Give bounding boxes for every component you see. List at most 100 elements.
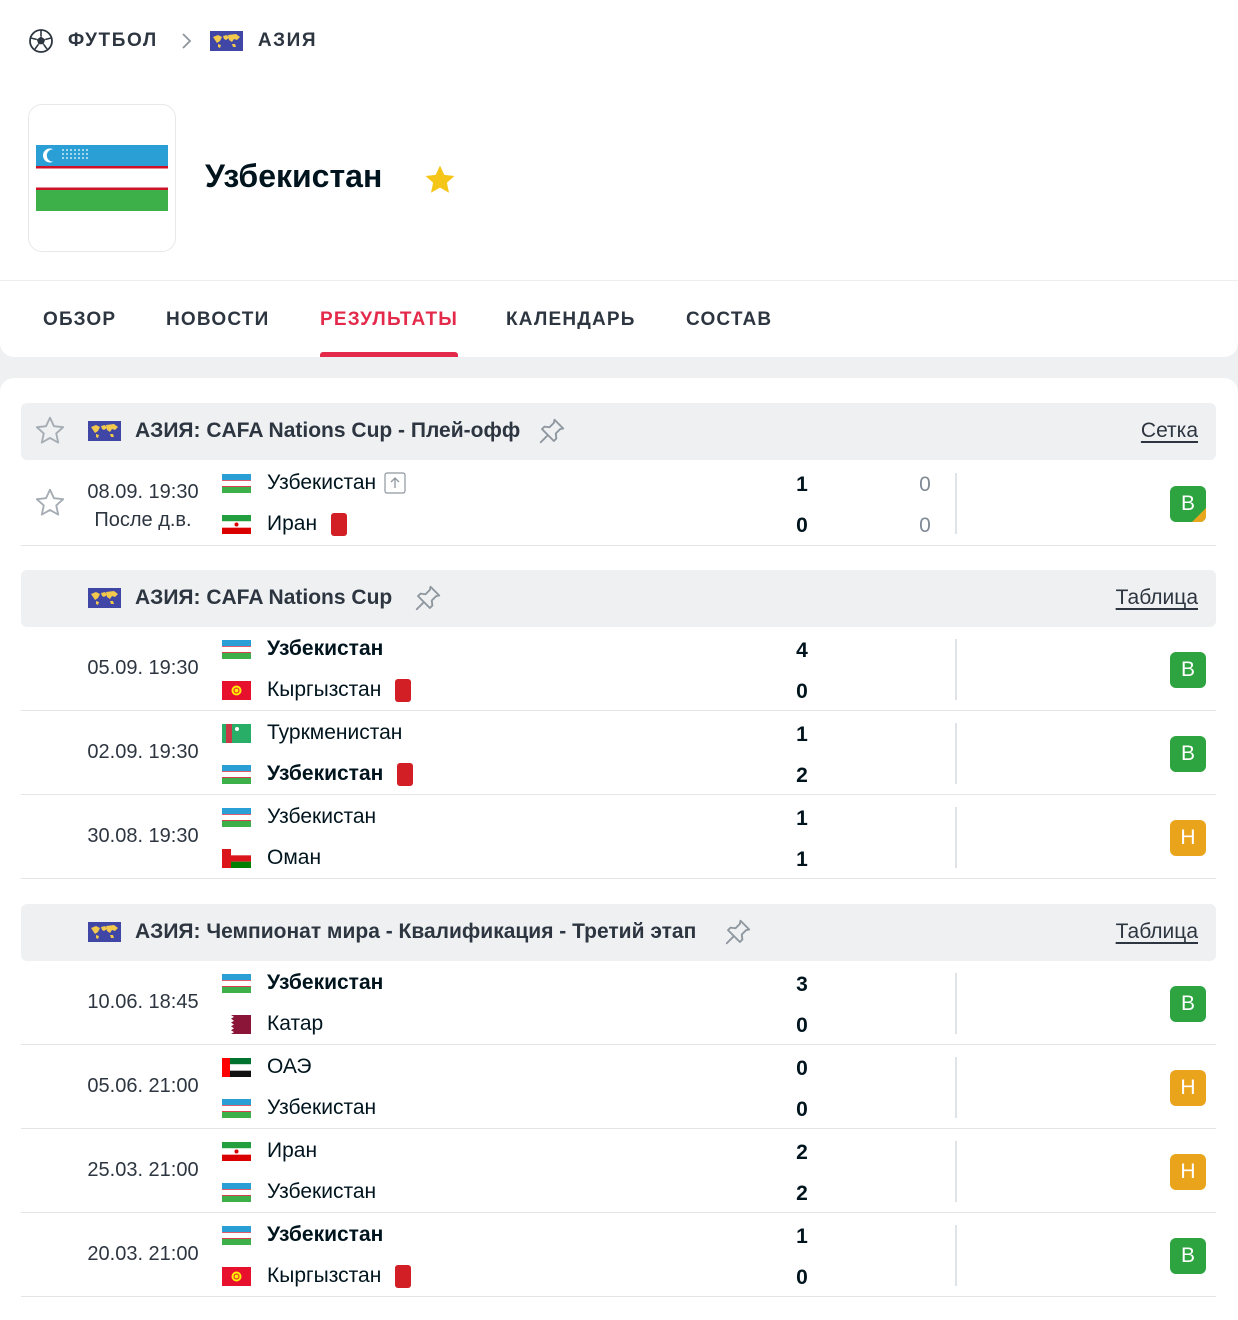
home-team-name: Узбекистан xyxy=(267,637,384,660)
score-divider xyxy=(955,973,957,1034)
tab-news[interactable]: НОВОСТИ xyxy=(166,281,269,357)
league-name[interactable]: АЗИЯ: CAFA Nations Cup - Плей-офф xyxy=(135,419,520,443)
breadcrumb: ФУТБОЛ АЗИЯ xyxy=(28,28,317,54)
uzbekistan-flag-icon xyxy=(222,474,251,493)
away-team: Кыргызстан xyxy=(222,1261,412,1291)
pin-icon[interactable] xyxy=(413,583,443,613)
away-team-name: Узбекистан xyxy=(267,1096,377,1119)
away-team: Иран xyxy=(222,509,348,539)
asia-flag-icon xyxy=(209,31,243,51)
match-row[interactable]: 05.06. 21:00 ОАЭ Узбекистан 0 0 Н xyxy=(21,1045,1216,1129)
oman-flag-icon xyxy=(222,849,251,868)
score-divider xyxy=(955,1225,957,1286)
away-team-name: Оман xyxy=(267,846,322,869)
home-team-name: Узбекистан xyxy=(267,471,377,494)
match-date: 20.03. 21:00 xyxy=(87,1243,199,1265)
league-table-link[interactable]: Таблица xyxy=(1116,920,1198,944)
home-score: 2 xyxy=(796,1141,808,1164)
team-header: ФУТБОЛ АЗИЯ Узбекистан ОБЗОР НОВОСТИ РЕЗ… xyxy=(0,0,1238,357)
result-badge: В xyxy=(1170,986,1206,1022)
tab-overview[interactable]: ОБЗОР xyxy=(43,281,116,357)
away-score: 0 xyxy=(796,680,808,703)
home-score: 1 xyxy=(796,807,808,830)
home-score: 0 xyxy=(796,1057,808,1080)
uzbekistan-flag-icon xyxy=(36,145,168,211)
breadcrumb-region-link[interactable]: АЗИЯ xyxy=(258,30,317,52)
red-card-icon xyxy=(395,1264,412,1288)
league-bracket-link[interactable]: Сетка xyxy=(1141,419,1198,443)
league-table-link[interactable]: Таблица xyxy=(1116,586,1198,610)
uzbekistan-flag-icon xyxy=(222,765,251,784)
home-team-name: Узбекистан xyxy=(267,1223,384,1246)
pin-icon[interactable] xyxy=(723,917,753,947)
away-score: 0 xyxy=(796,514,808,537)
league-name[interactable]: АЗИЯ: CAFA Nations Cup xyxy=(135,586,392,610)
away-team: Кыргызстан xyxy=(222,675,412,705)
match-row[interactable]: 25.03. 21:00 Иран Узбекистан 2 2 Н xyxy=(21,1129,1216,1213)
score-divider xyxy=(955,807,957,868)
home-team: Узбекистан xyxy=(222,468,406,498)
score-divider xyxy=(955,639,957,700)
league-name[interactable]: АЗИЯ: Чемпионат мира - Квалификация - Тр… xyxy=(135,920,696,944)
home-score: 1 xyxy=(796,1225,808,1248)
result-badge: В xyxy=(1170,736,1206,772)
tab-calendar[interactable]: КАЛЕНДАРЬ xyxy=(506,281,636,357)
score-divider xyxy=(955,1141,957,1202)
results-list: АЗИЯ: CAFA Nations Cup - Плей-офф Сетка … xyxy=(0,378,1238,1320)
match-row[interactable]: 30.08. 19:30 Узбекистан Оман 1 1 Н xyxy=(21,795,1216,879)
home-team: Узбекистан xyxy=(222,1220,383,1250)
match-date: 08.09. 19:30 xyxy=(87,481,199,503)
uzbekistan-flag-icon xyxy=(222,1226,251,1245)
home-extra-score: 0 xyxy=(919,473,931,496)
league-header: АЗИЯ: Чемпионат мира - Квалификация - Тр… xyxy=(21,904,1216,961)
iran-flag-icon xyxy=(222,515,251,534)
result-badge: Н xyxy=(1170,820,1206,856)
turkmenistan-flag-icon xyxy=(222,724,251,743)
away-team-name: Кыргызстан xyxy=(267,678,382,701)
away-team-name: Кыргызстан xyxy=(267,1264,382,1287)
breadcrumb-sport-link[interactable]: ФУТБОЛ xyxy=(68,30,158,52)
match-row[interactable]: 02.09. 19:30 Туркменистан Узбекистан 1 2… xyxy=(21,711,1216,795)
league-favorite-star-icon[interactable] xyxy=(33,414,67,448)
away-team-name: Катар xyxy=(267,1012,324,1035)
team-name: Узбекистан xyxy=(205,158,383,194)
home-team-name: ОАЭ xyxy=(267,1055,312,1078)
match-row[interactable]: 20.03. 21:00 Узбекистан Кыргызстан 1 0 В xyxy=(21,1213,1216,1297)
home-score: 1 xyxy=(796,723,808,746)
match-row[interactable]: 10.06. 18:45 Узбекистан Катар 3 0 В xyxy=(21,961,1216,1045)
home-team: ОАЭ xyxy=(222,1052,312,1082)
pin-icon[interactable] xyxy=(537,416,567,446)
away-score: 1 xyxy=(796,848,808,871)
match-favorite-star-icon[interactable] xyxy=(33,486,67,520)
league-header: АЗИЯ: CAFA Nations Cup - Плей-офф Сетка xyxy=(21,403,1216,460)
tab-squad[interactable]: СОСТАВ xyxy=(686,281,772,357)
favorite-star-icon[interactable] xyxy=(422,162,458,198)
away-score: 0 xyxy=(796,1266,808,1289)
match-time: 08.09. 19:30 После д.в. xyxy=(81,478,205,534)
uzbekistan-flag-icon xyxy=(222,640,251,659)
match-row[interactable]: 05.09. 19:30 Узбекистан Кыргызстан 4 0 В xyxy=(21,627,1216,711)
home-team: Узбекистан xyxy=(222,968,383,998)
match-status: После д.в. xyxy=(94,509,192,531)
extra-time-corner xyxy=(1192,508,1206,522)
match-date: 25.03. 21:00 xyxy=(87,1159,199,1181)
team-logo xyxy=(28,104,176,252)
away-team: Узбекистан xyxy=(222,1177,376,1207)
advanced-arrow-icon xyxy=(384,472,406,494)
match-row[interactable]: 08.09. 19:30 После д.в. Узбекистан Иран … xyxy=(21,461,1216,546)
result-badge: В xyxy=(1170,1238,1206,1274)
uae-flag-icon xyxy=(222,1058,251,1077)
asia-flag-icon xyxy=(88,421,121,441)
result-badge: В xyxy=(1170,486,1206,522)
red-card-icon xyxy=(331,512,348,536)
uzbekistan-flag-icon xyxy=(222,974,251,993)
tab-bar: ОБЗОР НОВОСТИ РЕЗУЛЬТАТЫ КАЛЕНДАРЬ СОСТА… xyxy=(0,281,1238,357)
uzbekistan-flag-icon xyxy=(222,1183,251,1202)
result-badge: Н xyxy=(1170,1070,1206,1106)
soccer-ball-icon xyxy=(29,29,53,53)
match-date: 05.09. 19:30 xyxy=(87,657,199,679)
tab-results[interactable]: РЕЗУЛЬТАТЫ xyxy=(320,281,459,357)
away-score: 2 xyxy=(796,764,808,787)
asia-flag-icon xyxy=(88,922,121,942)
match-date: 05.06. 21:00 xyxy=(87,1075,199,1097)
